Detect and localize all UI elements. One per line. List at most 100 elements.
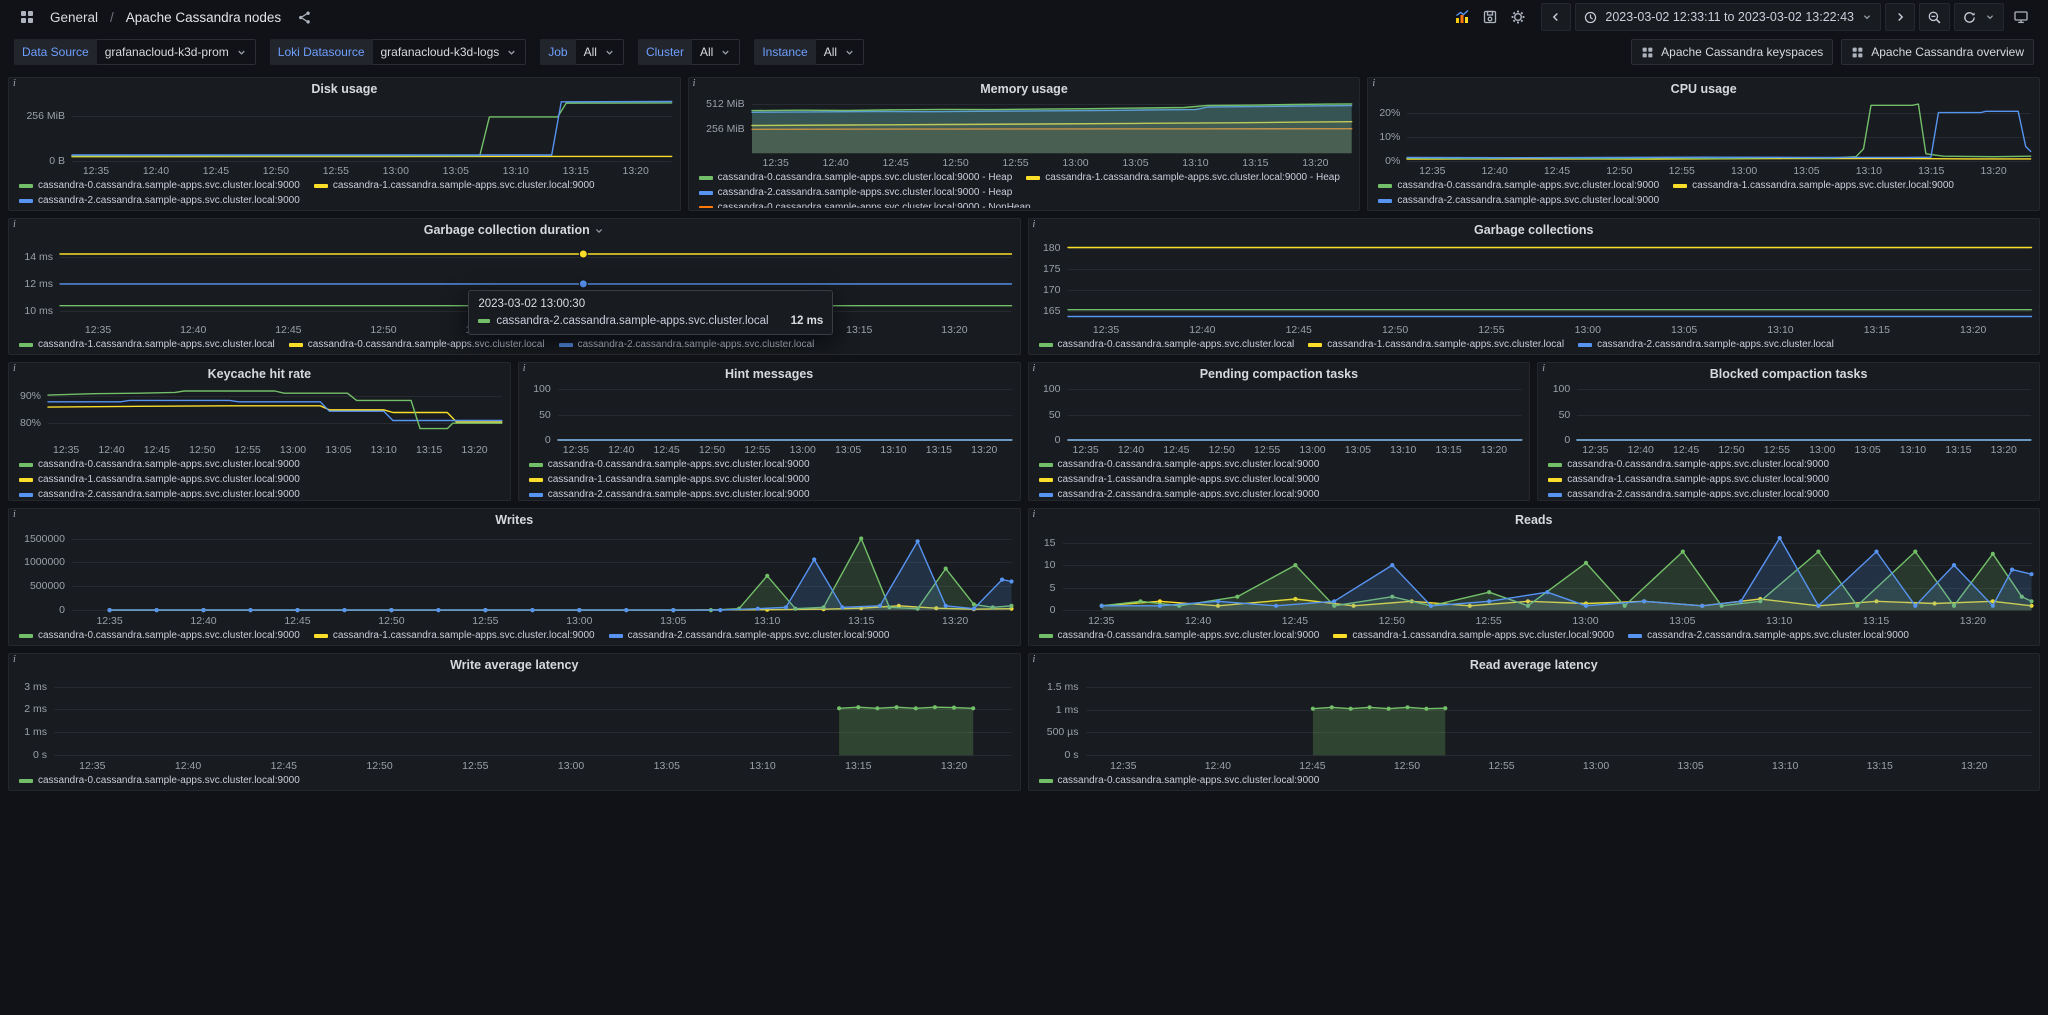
legend-item[interactable]: cassandra-2.cassandra.sample-apps.svc.cl… <box>1628 628 1909 643</box>
legend-item[interactable]: cassandra-1.cassandra.sample-apps.svc.cl… <box>19 472 502 487</box>
legend-item[interactable]: cassandra-1.cassandra.sample-apps.svc.cl… <box>1038 472 1522 487</box>
legend-item[interactable]: cassandra-1.cassandra.sample-apps.svc.cl… <box>528 472 1012 487</box>
legend-item[interactable]: cassandra-0.cassandra.sample-apps.svc.cl… <box>1038 457 1522 472</box>
legend-item[interactable]: cassandra-0.cassandra.sample-apps.svc.cl… <box>698 170 1012 185</box>
panel-title[interactable]: Writes <box>495 512 533 529</box>
time-shift-forward-button[interactable] <box>1885 3 1915 31</box>
legend-item[interactable]: cassandra-2.cassandra.sample-apps.svc.cl… <box>608 628 889 643</box>
legend-item[interactable]: cassandra-2.cassandra.sample-apps.svc.cl… <box>528 487 1012 498</box>
info-icon[interactable]: i <box>13 78 16 89</box>
zoom-out-button[interactable] <box>1919 3 1950 31</box>
info-icon[interactable]: i <box>523 363 526 374</box>
panel-header[interactable]: Memory usage <box>697 81 1352 98</box>
legend-item[interactable]: cassandra-0.cassandra.sample-apps.svc.cl… <box>698 200 1031 208</box>
legend-item[interactable]: cassandra-2.cassandra.sample-apps.svc.cl… <box>698 185 1012 200</box>
legend-item[interactable]: cassandra-2.cassandra.sample-apps.svc.cl… <box>1038 487 1522 498</box>
panel-header[interactable]: Hint messages <box>527 366 1012 383</box>
plot-area[interactable] <box>1085 674 2031 758</box>
legend-item[interactable]: cassandra-1.cassandra.sample-apps.svc.cl… <box>1026 170 1340 185</box>
link-apache-cassandra-keyspaces[interactable]: Apache Cassandra keyspaces <box>1631 39 1834 65</box>
panel-title[interactable]: Memory usage <box>980 81 1068 98</box>
info-icon[interactable]: i <box>13 509 16 520</box>
plot-area[interactable] <box>1062 529 2034 613</box>
info-icon[interactable]: i <box>1033 219 1036 230</box>
panel-title[interactable]: CPU usage <box>1671 81 1737 98</box>
legend-item[interactable]: cassandra-1.cassandra.sample-apps.svc.cl… <box>1333 628 1614 643</box>
legend-item[interactable]: cassandra-2.cassandra.sample-apps.svc.cl… <box>1548 487 2031 498</box>
time-shift-back-button[interactable] <box>1541 3 1572 31</box>
plot-area[interactable] <box>1066 383 1522 442</box>
info-icon[interactable]: i <box>13 654 16 665</box>
filter-value-dropdown[interactable]: All <box>575 39 624 65</box>
legend-item[interactable]: cassandra-0.cassandra.sample-apps.svc.cl… <box>1548 457 2031 472</box>
filter-value-dropdown[interactable]: All <box>815 39 865 65</box>
plot-area[interactable] <box>1406 98 2032 163</box>
panel-header[interactable]: Disk usage <box>17 81 672 98</box>
panel-title[interactable]: Pending compaction tasks <box>1200 366 1358 383</box>
plot-area[interactable] <box>72 529 1014 613</box>
legend-item[interactable]: cassandra-0.cassandra.sample-apps.svc.cl… <box>528 457 1012 472</box>
breadcrumb-section[interactable]: General <box>50 10 98 25</box>
save-dashboard-icon[interactable] <box>1477 4 1503 30</box>
plot-area[interactable] <box>71 98 673 163</box>
info-icon[interactable]: i <box>693 78 696 89</box>
info-icon[interactable]: i <box>1372 78 1375 89</box>
analytics-icon[interactable] <box>1449 4 1475 30</box>
plot-area[interactable] <box>1576 383 2032 442</box>
legend-item[interactable]: cassandra-0.cassandra.sample-apps.svc.cl… <box>1038 628 1319 643</box>
legend-item[interactable]: cassandra-1.cassandra.sample-apps.svc.cl… <box>313 178 595 193</box>
filter-value-dropdown[interactable]: grafanacloud-k3d-logs <box>372 39 527 65</box>
panel-title[interactable]: Garbage collections <box>1474 222 1593 239</box>
dashboard-settings-icon[interactable] <box>1505 4 1531 30</box>
legend-item[interactable]: cassandra-2.cassandra.sample-apps.svc.cl… <box>19 487 502 498</box>
panel-header[interactable]: Pending compaction tasks <box>1037 366 1522 383</box>
panel-title[interactable]: Disk usage <box>311 81 377 98</box>
time-range-button[interactable]: 2023-03-02 12:33:11 to 2023-03-02 13:22:… <box>1575 3 1881 31</box>
legend-item[interactable]: cassandra-0.cassandra.sample-apps.svc.cl… <box>1038 337 1294 352</box>
legend-item[interactable]: cassandra-1.cassandra.sample-apps.svc.cl… <box>19 337 275 352</box>
legend-item[interactable]: cassandra-2.cassandra.sample-apps.svc.cl… <box>19 193 300 208</box>
panel-header[interactable]: Read average latency <box>1037 657 2032 674</box>
dashboards-grid-icon[interactable] <box>14 4 40 30</box>
info-icon[interactable]: i <box>13 219 16 230</box>
panel-header[interactable]: Reads <box>1037 512 2032 529</box>
panel-title[interactable]: Reads <box>1515 512 1553 529</box>
legend-item[interactable]: cassandra-0.cassandra.sample-apps.svc.cl… <box>19 628 300 643</box>
panel-title[interactable]: Read average latency <box>1470 657 1598 674</box>
panel-title[interactable]: Keycache hit rate <box>208 366 312 383</box>
info-icon[interactable]: i <box>1542 363 1545 374</box>
plot-area[interactable] <box>47 383 503 442</box>
plot-area[interactable]: 2023-03-02 13:00:30 cassandra-2.cassandra… <box>59 239 1013 335</box>
legend-item[interactable]: cassandra-0.cassandra.sample-apps.svc.cl… <box>19 457 502 472</box>
plot-area[interactable] <box>1066 239 2032 322</box>
panel-header[interactable]: Keycache hit rate <box>17 366 502 383</box>
legend-item[interactable]: cassandra-1.cassandra.sample-apps.svc.cl… <box>1308 337 1564 352</box>
plot-area[interactable] <box>750 98 1353 155</box>
legend-item[interactable]: cassandra-2.cassandra.sample-apps.svc.cl… <box>1578 337 1834 352</box>
legend-item[interactable]: cassandra-0.cassandra.sample-apps.svc.cl… <box>19 773 300 788</box>
legend-item[interactable]: cassandra-0.cassandra.sample-apps.svc.cl… <box>1038 773 1319 788</box>
kiosk-mode-icon[interactable] <box>2008 4 2034 30</box>
panel-header[interactable]: Blocked compaction tasks <box>1546 366 2031 383</box>
plot-area[interactable] <box>557 383 1013 442</box>
panel-header[interactable]: Garbage collections <box>1037 222 2032 239</box>
legend-item[interactable]: cassandra-2.cassandra.sample-apps.svc.cl… <box>1378 193 1659 208</box>
panel-header[interactable]: Writes <box>17 512 1012 529</box>
legend-item[interactable]: cassandra-1.cassandra.sample-apps.svc.cl… <box>313 628 595 643</box>
info-icon[interactable]: i <box>1033 363 1036 374</box>
info-icon[interactable]: i <box>1033 509 1036 520</box>
panel-title[interactable]: Write average latency <box>450 657 578 674</box>
filter-value-dropdown[interactable]: All <box>691 39 741 65</box>
plot-area[interactable] <box>54 674 1012 758</box>
panel-title[interactable]: Garbage collection duration <box>424 222 590 239</box>
legend-item[interactable]: cassandra-1.cassandra.sample-apps.svc.cl… <box>1673 178 1954 193</box>
panel-title[interactable]: Blocked compaction tasks <box>1710 366 1868 383</box>
filter-value-dropdown[interactable]: grafanacloud-k3d-prom <box>96 39 256 65</box>
link-apache-cassandra-overview[interactable]: Apache Cassandra overview <box>1841 39 2034 65</box>
panel-header[interactable]: Garbage collection duration <box>17 222 1012 239</box>
legend-item[interactable]: cassandra-1.cassandra.sample-apps.svc.cl… <box>1548 472 2031 487</box>
legend-item[interactable]: cassandra-0.cassandra.sample-apps.svc.cl… <box>1378 178 1659 193</box>
panel-header[interactable]: CPU usage <box>1376 81 2031 98</box>
info-icon[interactable]: i <box>1033 654 1036 665</box>
breadcrumb-dashboard-title[interactable]: Apache Cassandra nodes <box>126 10 281 25</box>
